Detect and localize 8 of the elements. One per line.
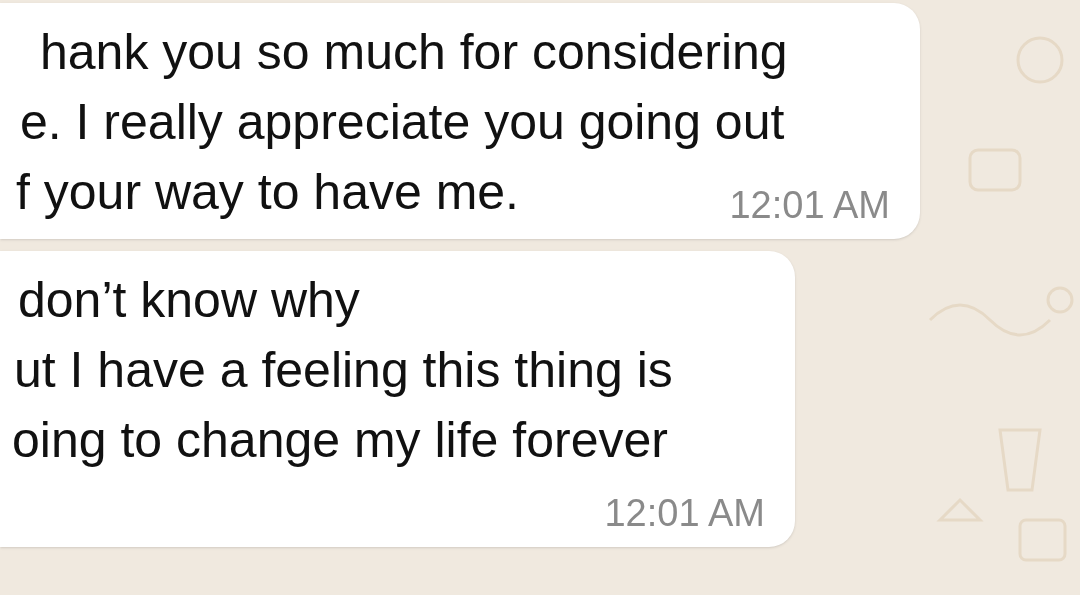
message-line: don’t know why xyxy=(17,271,360,330)
message-line: ut I have a feeling this thing is xyxy=(13,341,673,400)
message-line: e. I really appreciate you going out xyxy=(19,93,785,152)
message-line: f your way to have me. xyxy=(15,163,519,222)
message-line: oing to change my life forever xyxy=(11,411,668,470)
message-line: hank you so much for considering xyxy=(39,23,788,82)
message-time: 12:01 AM xyxy=(729,183,890,227)
message-time: 12:01 AM xyxy=(604,491,765,535)
